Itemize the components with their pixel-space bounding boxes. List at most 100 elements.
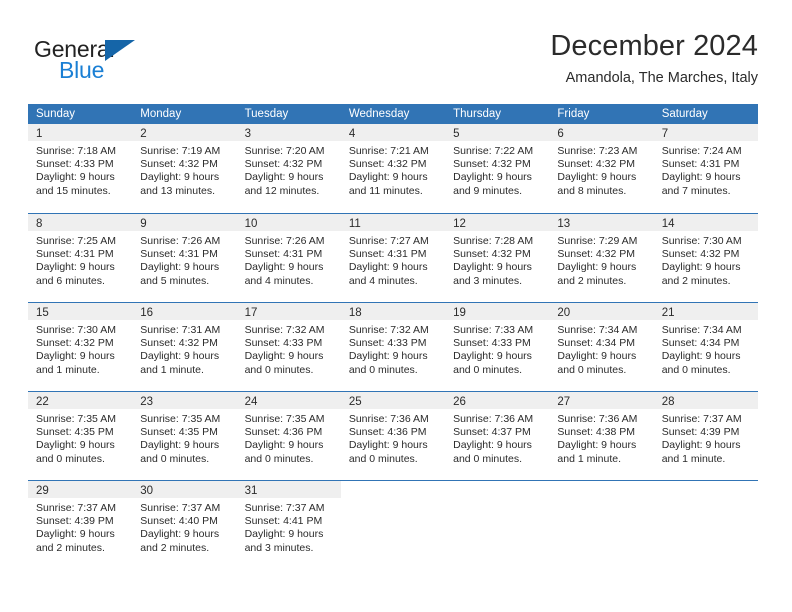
sunset-time: Sunset: 4:36 PM bbox=[244, 426, 323, 439]
sunset-time: Sunset: 4:32 PM bbox=[348, 158, 427, 171]
daylight-duration-line1: Daylight: 9 hours bbox=[661, 439, 741, 452]
day-number-band: 29 bbox=[28, 481, 133, 498]
daylight-duration-line2: and 0 minutes. bbox=[453, 363, 523, 376]
sunrise-time: Sunrise: 7:27 AM bbox=[348, 235, 429, 247]
day-of-week-header: Wednesday bbox=[348, 108, 410, 120]
sunset-time: Sunset: 4:32 PM bbox=[453, 158, 531, 171]
day-info: Sunrise: 7:20 AM Sunset: 4:32 PM Daylight:… bbox=[237, 141, 341, 198]
sunrise-time: Sunrise: 7:37 AM bbox=[36, 502, 116, 514]
sunrise-time: Sunrise: 7:26 AM bbox=[140, 235, 221, 247]
calendar-week-row: 29 Sunrise: 7:37 AM Sunset: 4:39 PM Dayligh… bbox=[28, 480, 758, 569]
daylight-duration-line2: and 13 minutes. bbox=[140, 184, 215, 197]
daylight-duration-line1: Daylight: 9 hours bbox=[348, 350, 428, 363]
calendar-week-row: 22 Sunrise: 7:35 AM Sunset: 4:35 PM Dayligh… bbox=[28, 391, 758, 480]
day-number-band: 8 bbox=[28, 214, 133, 231]
calendar-day-cell-empty bbox=[445, 481, 550, 569]
daylight-duration-line2: and 2 minutes. bbox=[140, 541, 210, 554]
daylight-duration-line2: and 2 minutes. bbox=[661, 274, 731, 287]
calendar-day-cell[interactable]: 30 Sunrise: 7:37 AM Sunset: 4:40 PM Dayligh… bbox=[132, 481, 237, 569]
day-info bbox=[654, 498, 758, 502]
day-number-band: 16 bbox=[132, 303, 237, 320]
calendar-day-cell[interactable]: 20 Sunrise: 7:34 AM Sunset: 4:34 PM Dayligh… bbox=[549, 303, 654, 391]
sunrise-time: Sunrise: 7:36 AM bbox=[557, 413, 638, 425]
calendar-day-cell[interactable]: 28 Sunrise: 7:37 AM Sunset: 4:39 PM Dayligh… bbox=[653, 392, 758, 480]
sunset-time: Sunset: 4:35 PM bbox=[36, 426, 114, 439]
calendar-day-cell[interactable]: 27 Sunrise: 7:36 AM Sunset: 4:38 PM Dayligh… bbox=[549, 392, 654, 480]
sunset-time: Sunset: 4:32 PM bbox=[140, 158, 218, 171]
calendar-day-cell[interactable]: 18 Sunrise: 7:32 AM Sunset: 4:33 PM Dayligh… bbox=[340, 303, 446, 391]
day-number: 28 bbox=[661, 396, 675, 408]
day-number: 20 bbox=[557, 307, 571, 319]
calendar-day-cell[interactable]: 13 Sunrise: 7:29 AM Sunset: 4:32 PM Dayligh… bbox=[549, 214, 654, 302]
calendar-day-cell[interactable]: 29 Sunrise: 7:37 AM Sunset: 4:39 PM Dayligh… bbox=[28, 481, 133, 569]
calendar-day-cell[interactable]: 26 Sunrise: 7:36 AM Sunset: 4:37 PM Dayligh… bbox=[445, 392, 550, 480]
calendar-day-cell[interactable]: 24 Sunrise: 7:35 AM Sunset: 4:36 PM Dayligh… bbox=[236, 392, 341, 480]
day-number-band: 14 bbox=[653, 214, 758, 231]
day-info: Sunrise: 7:21 AM Sunset: 4:32 PM Daylight:… bbox=[341, 141, 445, 198]
calendar-day-cell[interactable]: 25 Sunrise: 7:36 AM Sunset: 4:36 PM Dayligh… bbox=[340, 392, 446, 480]
calendar-day-cell[interactable]: 31 Sunrise: 7:37 AM Sunset: 4:41 PM Dayligh… bbox=[236, 481, 341, 569]
day-info: Sunrise: 7:30 AM Sunset: 4:32 PM Daylight:… bbox=[28, 320, 132, 377]
day-number-band: 12 bbox=[445, 214, 550, 231]
daylight-duration-line1: Daylight: 9 hours bbox=[661, 350, 741, 363]
calendar-day-cell[interactable]: 11 Sunrise: 7:27 AM Sunset: 4:31 PM Dayligh… bbox=[340, 214, 446, 302]
sunrise-time: Sunrise: 7:31 AM bbox=[140, 324, 221, 336]
calendar-day-cell[interactable]: 6 Sunrise: 7:23 AM Sunset: 4:32 PM Daylight… bbox=[549, 124, 654, 213]
sunrise-time: Sunrise: 7:21 AM bbox=[348, 145, 429, 157]
day-of-week-header: Monday bbox=[140, 108, 182, 120]
daylight-duration-line2: and 3 minutes. bbox=[453, 274, 523, 287]
day-number-band bbox=[340, 481, 446, 498]
day-number: 25 bbox=[348, 396, 362, 408]
daylight-duration-line2: and 1 minute. bbox=[140, 363, 204, 376]
calendar-day-cell[interactable]: 7 Sunrise: 7:24 AM Sunset: 4:31 PM Daylight… bbox=[653, 124, 758, 213]
sunset-time: Sunset: 4:31 PM bbox=[348, 248, 427, 261]
day-info: Sunrise: 7:36 AM Sunset: 4:36 PM Daylight:… bbox=[341, 409, 445, 466]
calendar-day-cell[interactable]: 5 Sunrise: 7:22 AM Sunset: 4:32 PM Daylight… bbox=[445, 124, 550, 213]
calendar-day-cell[interactable]: 9 Sunrise: 7:26 AM Sunset: 4:31 PM Daylight… bbox=[132, 214, 237, 302]
page-title: December 2024 bbox=[550, 30, 758, 62]
calendar-day-cell[interactable]: 2 Sunrise: 7:19 AM Sunset: 4:32 PM Daylight… bbox=[132, 124, 237, 213]
sunset-time: Sunset: 4:33 PM bbox=[348, 337, 427, 350]
daylight-duration-line1: Daylight: 9 hours bbox=[244, 171, 324, 184]
calendar-day-cell[interactable]: 22 Sunrise: 7:35 AM Sunset: 4:35 PM Dayligh… bbox=[28, 392, 133, 480]
daylight-duration-line2: and 0 minutes. bbox=[36, 452, 105, 465]
sunrise-time: Sunrise: 7:37 AM bbox=[244, 502, 325, 514]
calendar-day-cell[interactable]: 21 Sunrise: 7:34 AM Sunset: 4:34 PM Dayligh… bbox=[653, 303, 758, 391]
brand-logo[interactable]: General Blue bbox=[34, 36, 214, 86]
day-number-band bbox=[653, 481, 758, 498]
calendar-day-cell[interactable]: 23 Sunrise: 7:35 AM Sunset: 4:35 PM Dayligh… bbox=[132, 392, 237, 480]
sunset-time: Sunset: 4:31 PM bbox=[244, 248, 323, 261]
daylight-duration-line2: and 0 minutes. bbox=[140, 452, 210, 465]
sunrise-time: Sunrise: 7:30 AM bbox=[661, 235, 742, 247]
daylight-duration-line2: and 0 minutes. bbox=[244, 363, 314, 376]
daylight-duration-line1: Daylight: 9 hours bbox=[453, 171, 532, 184]
day-number: 30 bbox=[140, 485, 154, 497]
day-number-band: 9 bbox=[132, 214, 237, 231]
daylight-duration-line1: Daylight: 9 hours bbox=[140, 350, 220, 363]
calendar-day-cell[interactable]: 12 Sunrise: 7:28 AM Sunset: 4:32 PM Dayligh… bbox=[445, 214, 550, 302]
daylight-duration-line2: and 1 minute. bbox=[661, 452, 726, 465]
calendar-day-cell[interactable]: 16 Sunrise: 7:31 AM Sunset: 4:32 PM Dayligh… bbox=[132, 303, 237, 391]
sunrise-time: Sunrise: 7:33 AM bbox=[453, 324, 534, 336]
day-number: 13 bbox=[557, 218, 571, 230]
calendar-weeks: 1 Sunrise: 7:18 AM Sunset: 4:33 PM Daylight… bbox=[28, 124, 758, 569]
calendar-day-cell[interactable]: 14 Sunrise: 7:30 AM Sunset: 4:32 PM Dayligh… bbox=[653, 214, 758, 302]
calendar-day-cell-empty bbox=[340, 481, 446, 569]
sunrise-time: Sunrise: 7:23 AM bbox=[557, 145, 638, 157]
calendar-day-cell[interactable]: 17 Sunrise: 7:32 AM Sunset: 4:33 PM Dayligh… bbox=[236, 303, 341, 391]
calendar-day-cell[interactable]: 1 Sunrise: 7:18 AM Sunset: 4:33 PM Daylight… bbox=[28, 124, 133, 213]
calendar-week-row: 8 Sunrise: 7:25 AM Sunset: 4:31 PM Daylight… bbox=[28, 213, 758, 302]
daylight-duration-line2: and 9 minutes. bbox=[453, 184, 523, 197]
sunset-time: Sunset: 4:34 PM bbox=[557, 337, 636, 350]
daylight-duration-line2: and 4 minutes. bbox=[244, 274, 314, 287]
calendar-day-cell[interactable]: 19 Sunrise: 7:33 AM Sunset: 4:33 PM Dayligh… bbox=[445, 303, 550, 391]
sunset-time: Sunset: 4:32 PM bbox=[244, 158, 323, 171]
sunrise-time: Sunrise: 7:18 AM bbox=[36, 145, 116, 157]
calendar-day-cell[interactable]: 8 Sunrise: 7:25 AM Sunset: 4:31 PM Daylight… bbox=[28, 214, 133, 302]
sunrise-time: Sunrise: 7:35 AM bbox=[36, 413, 116, 425]
calendar-day-cell[interactable]: 3 Sunrise: 7:20 AM Sunset: 4:32 PM Daylight… bbox=[236, 124, 341, 213]
calendar-day-cell[interactable]: 4 Sunrise: 7:21 AM Sunset: 4:32 PM Daylight… bbox=[340, 124, 446, 213]
day-number-band: 26 bbox=[445, 392, 550, 409]
calendar-day-cell[interactable]: 15 Sunrise: 7:30 AM Sunset: 4:32 PM Dayligh… bbox=[28, 303, 133, 391]
calendar-day-cell[interactable]: 10 Sunrise: 7:26 AM Sunset: 4:31 PM Dayligh… bbox=[236, 214, 341, 302]
